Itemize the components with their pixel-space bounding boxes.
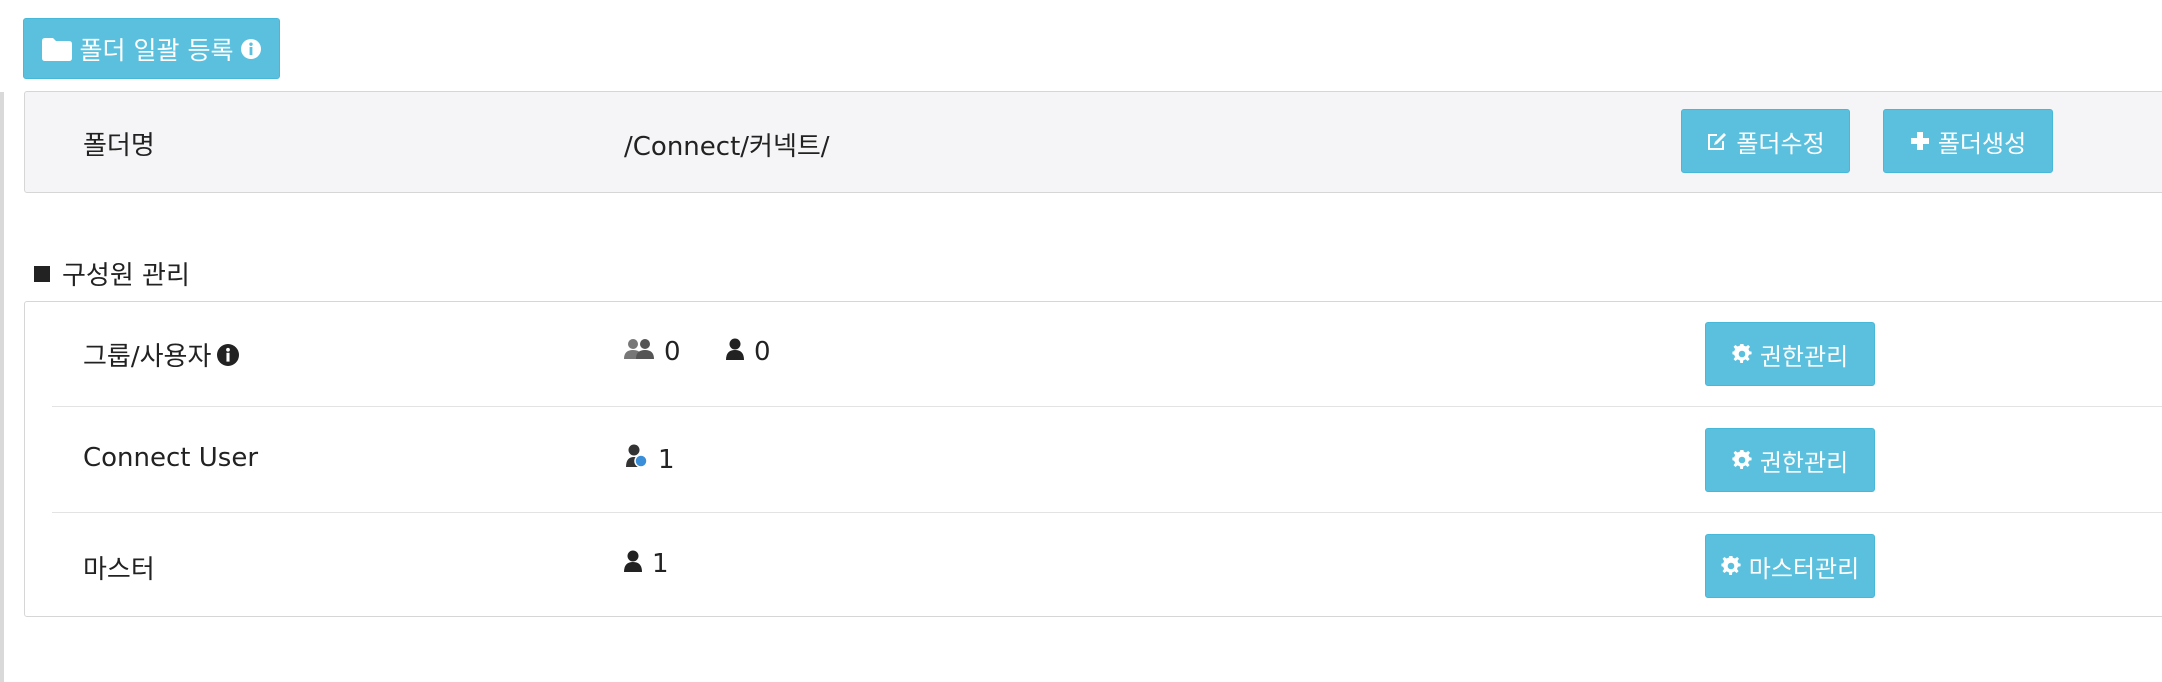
user-icon <box>726 337 754 367</box>
connect-user-count: 1 <box>626 443 675 476</box>
connect-user-label: Connect User <box>83 443 259 473</box>
folder-path: /Connect/커넥트/ <box>624 132 830 162</box>
group-user-label: 그룹/사용자 <box>83 342 212 372</box>
master-count-value: 1 <box>652 549 669 579</box>
member-management-title-text: 구성원 관리 <box>62 261 190 291</box>
row-divider <box>52 406 2162 407</box>
master-label: 마스터 <box>83 555 155 585</box>
group-count-value: 0 <box>664 337 681 367</box>
info-icon[interactable] <box>217 343 240 366</box>
folder-create-label: 폴더생성 <box>1937 129 2027 158</box>
folder-icon <box>41 37 72 61</box>
gear-icon <box>1732 344 1752 364</box>
user-count-value: 0 <box>754 337 771 367</box>
connect-user-icon <box>626 443 658 476</box>
left-border <box>0 92 4 682</box>
gear-icon <box>1732 450 1752 470</box>
folder-name-label: 폴더명 <box>83 131 155 161</box>
permission-manage-label: 권한관리 <box>1759 448 1849 477</box>
connect-user-count-value: 1 <box>658 444 675 475</box>
plus-icon <box>1910 131 1930 151</box>
user-count: 0 <box>726 337 771 367</box>
permission-manage-button[interactable]: 권한관리 <box>1705 322 1875 386</box>
master-manage-label: 마스터관리 <box>1748 554 1860 583</box>
permission-manage-label: 권한관리 <box>1759 342 1849 371</box>
user-icon <box>624 549 652 579</box>
folder-create-button[interactable]: 폴더생성 <box>1883 109 2053 173</box>
gear-icon <box>1721 556 1741 576</box>
edit-icon <box>1706 130 1728 152</box>
row-divider <box>52 512 2162 513</box>
folder-edit-label: 폴더수정 <box>1736 129 1825 158</box>
members-row-group-user: 그룹/사용자 <box>83 336 240 373</box>
folder-bulk-register-button[interactable]: 폴더 일괄 등록 <box>23 18 280 79</box>
group-icon <box>624 337 664 367</box>
folder-bulk-register-label: 폴더 일괄 등록 <box>79 35 234 65</box>
info-icon <box>241 38 262 59</box>
group-count: 0 <box>624 337 681 367</box>
folder-edit-button[interactable]: 폴더수정 <box>1681 109 1850 173</box>
member-management-title: 구성원 관리 <box>34 255 190 292</box>
master-count: 1 <box>624 549 669 579</box>
master-manage-button[interactable]: 마스터관리 <box>1705 534 1875 598</box>
square-bullet-icon <box>34 265 50 282</box>
permission-manage-button[interactable]: 권한관리 <box>1705 428 1875 492</box>
